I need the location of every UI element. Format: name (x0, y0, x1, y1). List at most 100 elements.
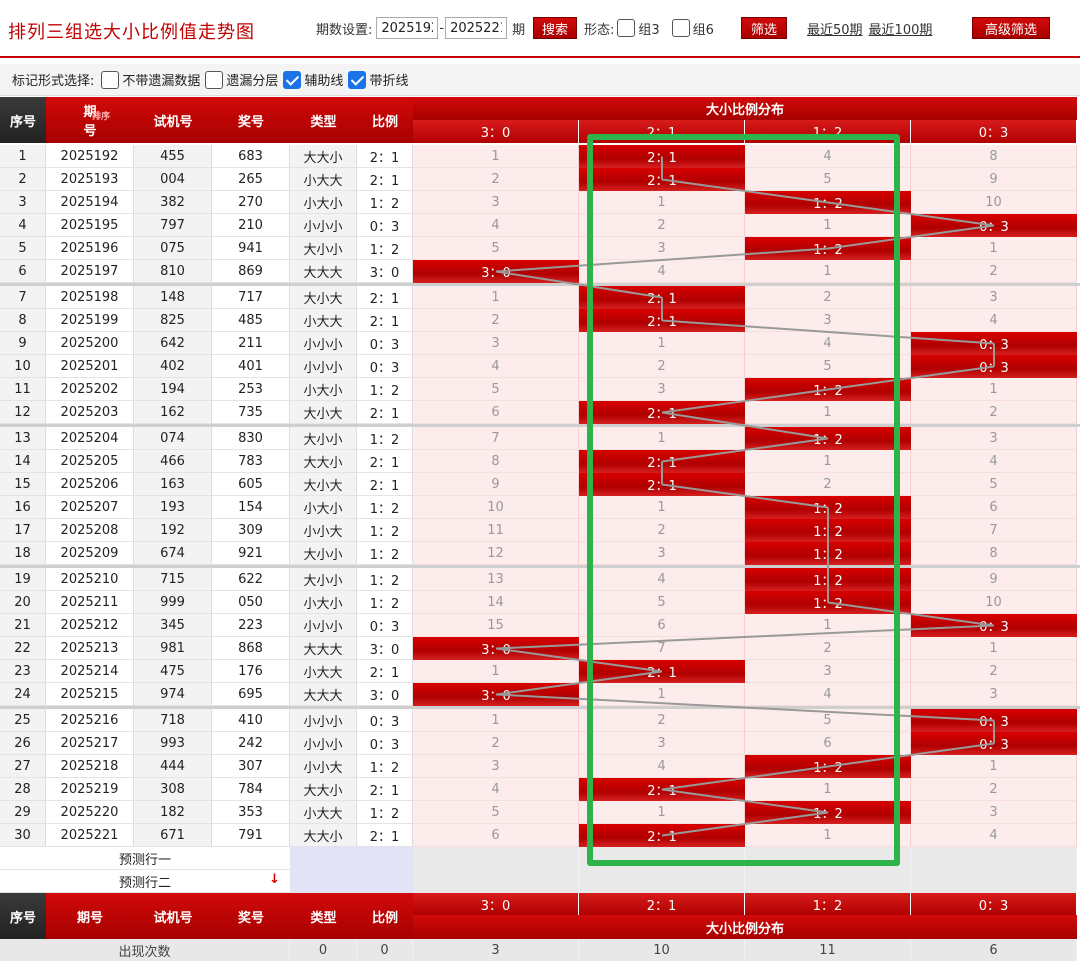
ratio-hit-cell: 2：1 (579, 309, 745, 332)
prediction-cell[interactable] (911, 847, 1077, 870)
omission-cell: 5 (413, 378, 579, 401)
omission-cell: 4 (413, 355, 579, 378)
group6-checkbox[interactable] (671, 19, 690, 37)
period-label: 期数设置: (316, 22, 373, 38)
prediction-cell[interactable] (745, 847, 911, 870)
down-arrow-icon[interactable]: ↓ (269, 872, 280, 887)
row-type: 大小大 (290, 286, 357, 309)
search-button[interactable]: 搜索 (533, 17, 577, 39)
top-toolbar: 排列三组选大小比例值走势图 期数设置: - 期 搜索 形态: 组3 组6 筛选 … (0, 0, 1080, 58)
row-ratio: 0：3 (357, 214, 413, 237)
row-ratio: 1：2 (357, 755, 413, 778)
row-prize: 353 (212, 801, 290, 824)
prediction-cell[interactable] (579, 847, 745, 870)
row-ratio: 2：1 (357, 473, 413, 496)
row-trial: 402 (134, 355, 212, 378)
aux-line-checkbox[interactable] (283, 70, 302, 89)
prediction-row-label[interactable]: 预测行二 ↓ (0, 870, 290, 893)
omission-cell: 15 (413, 614, 579, 637)
row-seq: 19 (0, 568, 46, 591)
row-ratio: 1：2 (357, 801, 413, 824)
omission-cell: 3 (579, 378, 745, 401)
prediction-cell[interactable] (911, 870, 1077, 893)
prediction-cell[interactable] (579, 870, 745, 893)
ratio-hit-cell: 2：1 (579, 660, 745, 683)
ratio-hit-cell: 1：2 (745, 519, 911, 542)
row-prize: 270 (212, 191, 290, 214)
row-trial: 382 (134, 191, 212, 214)
prediction-cell[interactable] (745, 870, 911, 893)
row-ratio: 1：2 (357, 427, 413, 450)
row-ratio: 1：2 (357, 568, 413, 591)
start-period-input[interactable] (376, 17, 439, 39)
ratio-hit-cell: 1：2 (745, 496, 911, 519)
row-type: 大大小 (290, 145, 357, 168)
header-period[interactable]: 期号排序 (46, 97, 134, 143)
row-prize: 210 (212, 214, 290, 237)
row-trial: 308 (134, 778, 212, 801)
omission-cell: 1 (911, 637, 1077, 660)
omission-cell: 12 (413, 542, 579, 565)
omission-cell: 6 (745, 732, 911, 755)
row-prize: 735 (212, 401, 290, 424)
row-prize: 176 (212, 660, 290, 683)
mark-options-bar: 标记形式选择: 不带遗漏数据 遗漏分层 辅助线 带折线 (0, 64, 1080, 96)
ratio-hit-cell: 0：3 (911, 214, 1077, 237)
row-period: 2025216 (46, 709, 134, 732)
ratio-column-0: 3：0 (413, 120, 578, 143)
omission-layer-checkbox[interactable] (205, 70, 224, 89)
advanced-filter-button[interactable]: 高级筛选 (972, 17, 1050, 39)
row-ratio: 1：2 (357, 378, 413, 401)
row-type: 小小小 (290, 732, 357, 755)
row-ratio: 0：3 (357, 355, 413, 378)
omission-cell: 5 (413, 237, 579, 260)
prediction-cell[interactable] (413, 870, 579, 893)
no-omission-checkbox[interactable] (101, 70, 120, 89)
end-period-input[interactable] (445, 17, 508, 39)
omission-cell: 5 (745, 355, 911, 378)
omission-cell: 2 (579, 214, 745, 237)
row-trial: 999 (134, 591, 212, 614)
prediction-input-cell[interactable] (290, 847, 413, 870)
omission-cell: 4 (413, 778, 579, 801)
omission-cell: 8 (911, 145, 1077, 168)
ratio-hit-cell: 1：2 (745, 542, 911, 565)
omission-cell: 1 (413, 660, 579, 683)
row-trial: 797 (134, 214, 212, 237)
row-prize: 868 (212, 637, 290, 660)
omission-cell: 3 (413, 191, 579, 214)
omission-cell: 1 (745, 614, 911, 637)
prediction-input-cell[interactable] (290, 870, 413, 893)
row-period: 2025207 (46, 496, 134, 519)
count-type: 0 (290, 939, 357, 961)
row-seq: 5 (0, 237, 46, 260)
row-trial: 004 (134, 168, 212, 191)
header-prize: 奖号 (212, 97, 290, 143)
sort-arrows-icon[interactable]: 排序 (92, 109, 110, 122)
omission-cell: 5 (911, 473, 1077, 496)
row-type: 小大大 (290, 801, 357, 824)
filter-button[interactable]: 筛选 (741, 17, 787, 39)
omission-cell: 4 (579, 568, 745, 591)
header-period-b: 号 (83, 124, 97, 139)
polyline-checkbox[interactable] (348, 70, 367, 89)
recent-100-link[interactable]: 最近100期 (869, 19, 933, 38)
omission-cell: 2 (745, 473, 911, 496)
row-period: 2025215 (46, 683, 134, 706)
ratio-hit-cell: 2：1 (579, 168, 745, 191)
row-prize: 307 (212, 755, 290, 778)
row-prize: 223 (212, 614, 290, 637)
group3-checkbox[interactable] (617, 19, 636, 37)
row-seq: 20 (0, 591, 46, 614)
omission-cell: 7 (413, 427, 579, 450)
prediction-row-label[interactable]: 预测行一 (0, 847, 290, 870)
row-trial: 475 (134, 660, 212, 683)
header-ratio: 比例 (357, 97, 413, 143)
omission-cell: 1 (911, 237, 1077, 260)
omission-cell: 7 (911, 519, 1077, 542)
ratio-hit-cell: 2：1 (579, 401, 745, 424)
omission-cell: 2 (579, 709, 745, 732)
recent-50-link[interactable]: 最近50期 (807, 19, 863, 38)
prediction-cell[interactable] (413, 847, 579, 870)
row-seq: 21 (0, 614, 46, 637)
